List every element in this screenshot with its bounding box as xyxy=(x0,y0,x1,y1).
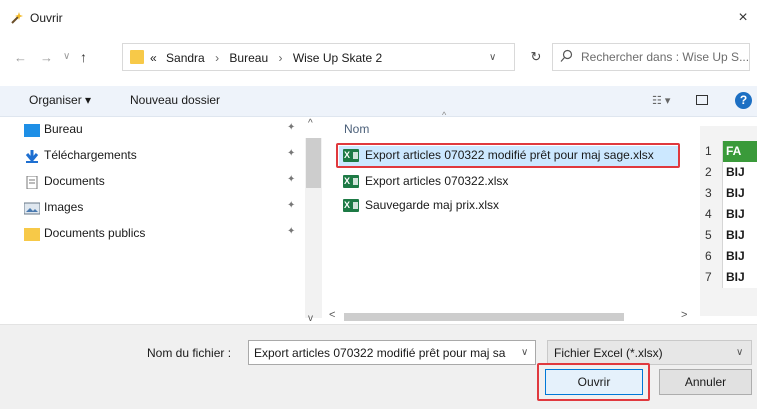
horizontal-scrollbar-thumb[interactable] xyxy=(344,313,624,321)
preview-row-number: 4 xyxy=(705,207,712,221)
scroll-right-icon[interactable]: > xyxy=(681,309,687,321)
sort-ascending-icon: ^ xyxy=(442,110,447,120)
file-name: Sauvegarde maj prix.xlsx xyxy=(365,198,500,212)
file-name: Export articles 070322.xlsx xyxy=(365,174,509,188)
breadcrumb: « Sandra › Bureau › Wise Up Skate 2 xyxy=(150,51,382,65)
forward-button[interactable]: → xyxy=(40,50,53,65)
window-title: Ouvrir xyxy=(30,11,63,25)
preview-cell-value: BIJ xyxy=(726,270,745,284)
breadcrumb-overflow[interactable]: « xyxy=(150,51,157,65)
recent-locations-button[interactable]: ∨ xyxy=(63,51,70,62)
scroll-left-icon[interactable]: < xyxy=(329,309,335,321)
pin-icon: ✦ xyxy=(287,174,296,185)
download-icon xyxy=(25,150,39,163)
sidebar-item-label: Bureau xyxy=(44,122,83,136)
preview-row-number: 1 xyxy=(705,144,712,158)
back-button[interactable]: ← xyxy=(14,50,27,65)
excel-file-icon: X xyxy=(343,199,359,212)
sidebar-item-label: Téléchargements xyxy=(44,148,137,162)
annotation-highlight-box xyxy=(537,363,650,401)
search-box[interactable]: Rechercher dans : Wise Up S... xyxy=(552,43,750,71)
preview-cell-value: BIJ xyxy=(726,165,745,179)
images-icon xyxy=(24,202,40,215)
app-icon xyxy=(11,12,23,24)
preview-pane-icon[interactable] xyxy=(696,95,708,105)
preview-cell: FA xyxy=(722,141,757,162)
pin-icon: ✦ xyxy=(287,200,296,211)
organize-button[interactable]: Organiser ▾ xyxy=(29,93,91,107)
preview-cell: BIJ xyxy=(722,246,757,267)
address-bar[interactable]: « Sandra › Bureau › Wise Up Skate 2 ∨ xyxy=(122,43,515,71)
preview-row: 4 BIJ xyxy=(700,204,757,225)
pin-icon: ✦ xyxy=(287,226,296,237)
sidebar-item-label: Images xyxy=(44,200,84,214)
preview-cell: BIJ xyxy=(722,204,757,225)
sidebar-item-documents-publics[interactable]: Documents publics ✦ xyxy=(24,226,295,246)
spreadsheet-preview: 1 FA 2 BIJ 3 BIJ 4 BIJ 5 BIJ 6 BIJ 7 BIJ xyxy=(700,126,757,316)
preview-row-number: 6 xyxy=(705,249,712,263)
preview-row: 2 BIJ xyxy=(700,162,757,183)
preview-cell: BIJ xyxy=(722,225,757,246)
chevron-down-icon[interactable]: ∨ xyxy=(736,347,743,358)
new-folder-button[interactable]: Nouveau dossier xyxy=(130,93,220,107)
breadcrumb-bureau[interactable]: Bureau xyxy=(229,51,268,65)
filename-input[interactable]: Export articles 070322 modifié prêt pour… xyxy=(248,340,536,365)
filetype-select[interactable]: Fichier Excel (*.xlsx) ∨ xyxy=(547,340,752,365)
excel-file-icon: X xyxy=(343,175,359,188)
preview-cell: BIJ xyxy=(722,162,757,183)
preview-row-number: 7 xyxy=(705,270,712,284)
preview-row: 5 BIJ xyxy=(700,225,757,246)
sidebar-item-images[interactable]: Images ✦ xyxy=(24,200,295,220)
sidebar-item-telechargements[interactable]: Téléchargements ✦ xyxy=(25,148,295,168)
folder-icon xyxy=(130,50,144,64)
preview-row-number: 3 xyxy=(705,186,712,200)
change-view-button[interactable]: ☷ ▾ xyxy=(652,94,670,107)
command-bar: Organiser ▾ Nouveau dossier ☷ ▾ ? xyxy=(0,86,757,117)
nav-scrollbar-thumb[interactable] xyxy=(306,138,321,188)
search-input[interactable]: Rechercher dans : Wise Up S... xyxy=(581,50,749,64)
preview-cell-value: BIJ xyxy=(726,186,745,200)
scroll-up-icon[interactable]: ^ xyxy=(308,118,313,129)
preview-cell: BIJ xyxy=(722,183,757,204)
help-icon[interactable]: ? xyxy=(735,92,752,109)
close-button[interactable]: × xyxy=(733,8,753,28)
filename-value[interactable]: Export articles 070322 modifié prêt pour… xyxy=(254,346,518,360)
preview-cell-value: BIJ xyxy=(726,228,745,242)
sidebar-item-label: Documents publics xyxy=(44,226,146,240)
folder-icon xyxy=(24,228,40,241)
documents-icon xyxy=(26,176,38,189)
cancel-button[interactable]: Annuler xyxy=(659,369,752,395)
preview-row: 3 BIJ xyxy=(700,183,757,204)
address-dropdown-icon[interactable]: ∨ xyxy=(489,52,496,63)
pin-icon: ✦ xyxy=(287,122,296,133)
scroll-down-icon[interactable]: v xyxy=(308,313,313,324)
desktop-icon xyxy=(24,124,40,137)
chevron-down-icon[interactable]: ∨ xyxy=(521,347,528,358)
preview-cell-value: FA xyxy=(726,144,742,158)
search-icon xyxy=(560,49,573,62)
sidebar-item-label: Documents xyxy=(44,174,105,188)
preview-row-number: 2 xyxy=(705,165,712,179)
preview-row: 6 BIJ xyxy=(700,246,757,267)
up-button[interactable]: ↑ xyxy=(80,49,87,65)
column-header-name[interactable]: Nom xyxy=(344,122,369,136)
preview-cell-value: BIJ xyxy=(726,207,745,221)
preview-row: 7 BIJ xyxy=(700,267,757,288)
preview-row-number: 5 xyxy=(705,228,712,242)
filetype-value: Fichier Excel (*.xlsx) xyxy=(554,346,663,360)
sidebar-item-documents[interactable]: Documents ✦ xyxy=(26,174,295,194)
title-bar: Ouvrir × xyxy=(0,0,757,36)
breadcrumb-sandra[interactable]: Sandra xyxy=(166,51,205,65)
preview-cell: BIJ xyxy=(722,267,757,288)
pin-icon: ✦ xyxy=(287,148,296,159)
breadcrumb-separator[interactable]: › xyxy=(215,51,219,65)
annotation-highlight-box xyxy=(336,143,680,168)
sidebar-item-bureau[interactable]: Bureau ✦ xyxy=(24,122,295,142)
preview-cell-value: BIJ xyxy=(726,249,745,263)
breadcrumb-separator[interactable]: › xyxy=(278,51,282,65)
breadcrumb-wise-up-skate[interactable]: Wise Up Skate 2 xyxy=(293,51,382,65)
filename-label: Nom du fichier : xyxy=(147,346,232,360)
refresh-button[interactable]: ↻ xyxy=(522,43,550,71)
preview-row: 1 FA xyxy=(700,141,757,162)
